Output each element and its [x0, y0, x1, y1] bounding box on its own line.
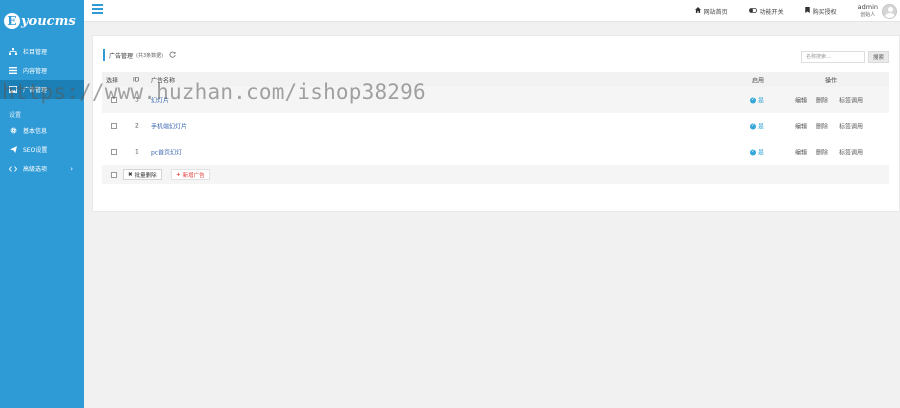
user-name: admin: [857, 3, 878, 11]
avatar[interactable]: [882, 3, 897, 19]
sidebar-item-basic-info[interactable]: 基本信息: [0, 121, 84, 140]
buy-license-link[interactable]: 购买授权: [804, 7, 837, 16]
table-row: 1 pc首页幻灯 ✓ 是 编辑 删除 标签调用: [102, 139, 889, 165]
enabled-toggle[interactable]: ✓ 是: [750, 96, 764, 105]
gear-icon: [9, 127, 17, 134]
row-id: 3: [135, 96, 139, 104]
sidebar-section-label: 设置: [9, 111, 22, 119]
row-id: 1: [135, 148, 139, 156]
search-input[interactable]: [801, 51, 865, 63]
code-icon: [9, 165, 17, 172]
sidebar-item-content-management[interactable]: 内容管理: [0, 61, 84, 80]
row-checkbox[interactable]: [111, 149, 117, 155]
sidebar-item-seo-settings[interactable]: SEO设置: [0, 140, 84, 159]
ad-table: 选择 ID 广告名称 启用 操作 3 幻灯片 ✓ 是 编辑 删除 标签调用 2 手…: [102, 72, 889, 184]
close-icon: ✖: [128, 171, 133, 178]
delete-link[interactable]: 删除: [816, 96, 828, 105]
enabled-toggle[interactable]: ✓ 是: [750, 148, 764, 157]
search-button[interactable]: 搜索: [868, 51, 889, 63]
sidebar-item-column-management[interactable]: 栏目管理: [0, 42, 84, 61]
page-title: 广告管理: [109, 52, 134, 60]
toggle-icon: [748, 7, 757, 15]
batch-delete-label: 批量删除: [134, 172, 157, 179]
panel-header: 广告管理 (共3条数据): [103, 49, 176, 61]
row-checkbox[interactable]: [111, 97, 117, 103]
row-checkbox[interactable]: [111, 123, 117, 129]
sidebar-item-advanced-options[interactable]: 高级选项 ›: [0, 159, 84, 178]
batch-delete-button[interactable]: ✖ 批量删除: [123, 169, 162, 180]
edit-link[interactable]: 编辑: [795, 148, 807, 157]
sidebar-item-label: SEO设置: [23, 147, 48, 154]
plus-icon: +: [176, 171, 181, 178]
tag-call-link[interactable]: 标签调用: [839, 122, 863, 131]
menu-toggle-icon[interactable]: [92, 4, 103, 14]
user-role: 创始人: [860, 12, 876, 18]
logo[interactable]: E youcms: [0, 0, 84, 42]
edit-link[interactable]: 编辑: [795, 96, 807, 105]
add-ad-label: 新增广告: [182, 172, 205, 179]
check-circle-icon: ✓: [750, 149, 756, 155]
check-circle-icon: ✓: [750, 123, 756, 129]
sidebar-item-label: 基本信息: [23, 128, 48, 135]
header-actions: 操作: [825, 77, 838, 84]
sidebar-item-label: 高级选项: [23, 166, 48, 173]
table-row: 2 手机端幻灯片 ✓ 是 编辑 删除 标签调用: [102, 113, 889, 139]
table-header: 选择 ID 广告名称 启用 操作: [102, 72, 889, 87]
row-name-link[interactable]: 手机端幻灯片: [151, 122, 187, 131]
ad-management-panel: 广告管理 (共3条数据) 搜索 选择 ID 广告名称 启用 操作 3 幻灯片 ✓…: [92, 35, 900, 212]
bookmark-icon: [804, 7, 810, 15]
record-count: (共3条数据): [136, 52, 164, 59]
enabled-label: 是: [758, 123, 765, 131]
sitemap-icon: [9, 48, 17, 55]
site-home-link[interactable]: 网站首页: [694, 7, 728, 16]
chevron-right-icon: ›: [70, 164, 73, 173]
sidebar-item-label: 广告管理: [23, 87, 48, 94]
logo-mark: E: [4, 13, 20, 29]
send-icon: [9, 146, 17, 153]
enabled-toggle[interactable]: ✓ 是: [750, 122, 764, 131]
header-select: 选择: [106, 77, 119, 84]
enabled-label: 是: [758, 149, 765, 157]
home-icon: [694, 7, 701, 15]
add-ad-button[interactable]: + 新增广告: [171, 169, 210, 180]
row-name-link[interactable]: pc首页幻灯: [151, 148, 182, 157]
sidebar-item-label: 内容管理: [23, 68, 48, 75]
table-row: 3 幻灯片 ✓ 是 编辑 删除 标签调用: [102, 87, 889, 113]
table-footer: ✖ 批量删除 + 新增广告: [102, 165, 889, 184]
image-icon: [9, 86, 17, 93]
feature-switch-label: 功能开关: [759, 8, 784, 16]
sidebar-item-ad-management[interactable]: 广告管理: [0, 80, 84, 99]
select-all-checkbox[interactable]: [111, 171, 117, 178]
tag-call-link[interactable]: 标签调用: [839, 148, 863, 157]
delete-link[interactable]: 删除: [816, 148, 828, 157]
check-circle-icon: ✓: [750, 97, 756, 103]
logo-text: youcms: [21, 13, 76, 29]
top-bar: 网站首页 功能开关 购买授权 admin 创始人: [84, 0, 900, 22]
sidebar: E youcms 栏目管理 内容管理 广告管理 设置 基本信息 SEO设置 高级…: [0, 0, 84, 408]
header-id: ID: [133, 76, 140, 83]
row-id: 2: [135, 122, 139, 130]
header-name: 广告名称: [151, 77, 176, 84]
buy-license-label: 购买授权: [812, 8, 837, 16]
sidebar-item-label: 栏目管理: [23, 49, 48, 56]
tag-call-link[interactable]: 标签调用: [839, 96, 863, 105]
feature-switch-link[interactable]: 功能开关: [748, 7, 784, 16]
edit-link[interactable]: 编辑: [795, 122, 807, 131]
header-enabled: 启用: [752, 77, 765, 84]
delete-link[interactable]: 删除: [816, 122, 828, 131]
list-icon: [9, 67, 17, 74]
refresh-icon[interactable]: [169, 51, 176, 60]
row-name-link[interactable]: 幻灯片: [151, 96, 169, 105]
user-menu[interactable]: admin 创始人: [858, 3, 897, 19]
enabled-label: 是: [758, 97, 765, 105]
site-home-label: 网站首页: [703, 8, 728, 16]
